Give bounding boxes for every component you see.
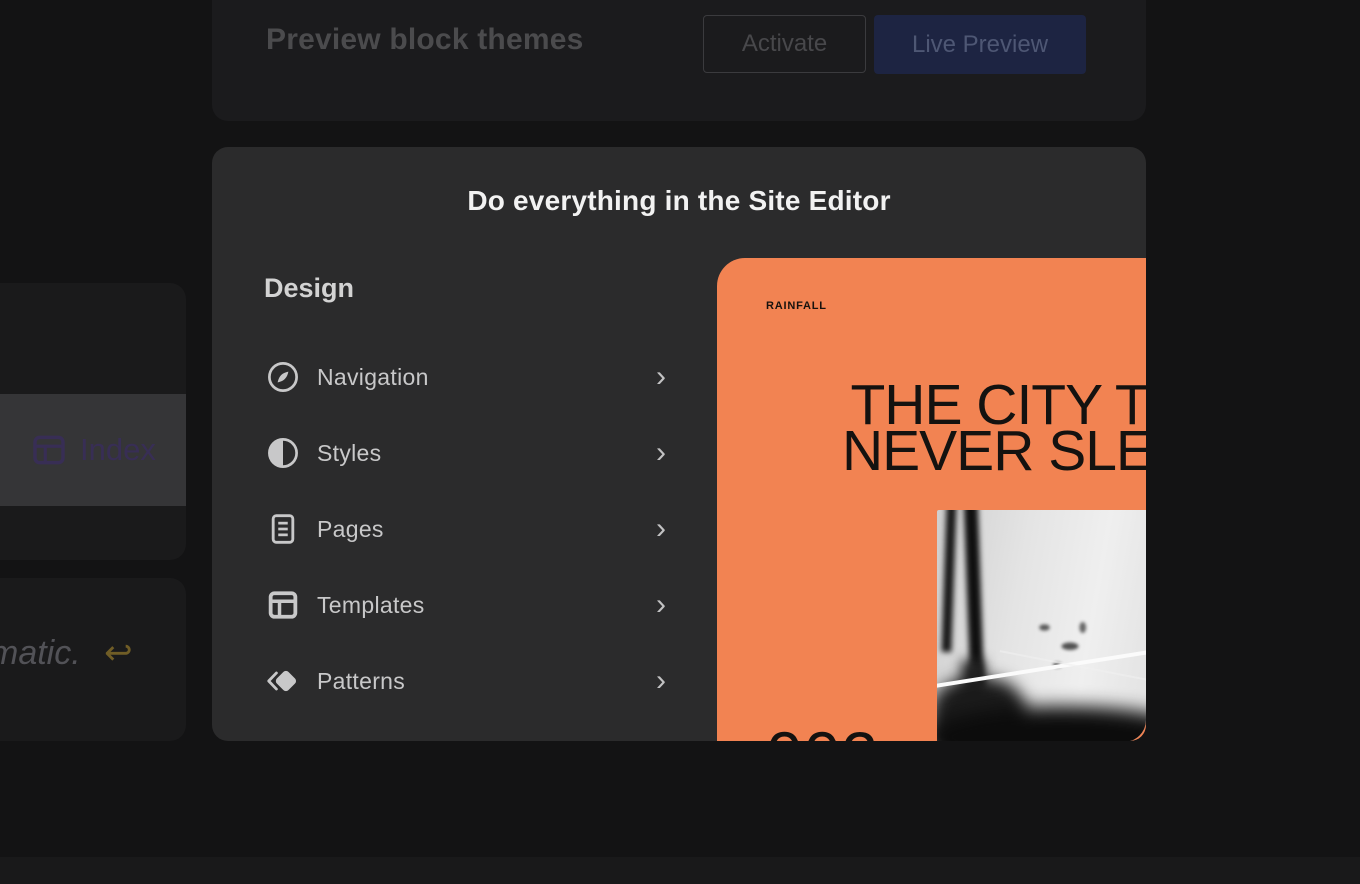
menu-item-label: Styles xyxy=(317,440,381,467)
menu-item-pages[interactable]: Pages › xyxy=(264,509,666,549)
site-logo-rainfall: RAINFALL xyxy=(766,300,827,312)
menu-item-label: Pages xyxy=(317,516,384,543)
template-row-label: Index xyxy=(80,432,156,468)
menu-item-label: Templates xyxy=(317,592,425,619)
templates-list-card: Index xyxy=(0,283,186,560)
live-preview-button[interactable]: Live Preview xyxy=(874,15,1086,74)
diamond-patterns-icon xyxy=(264,662,302,700)
chevron-right-icon: › xyxy=(656,514,666,544)
chevron-right-icon: › xyxy=(656,590,666,620)
wet-street-photo xyxy=(937,510,1146,741)
headline-line-2: NEVER SLEEPS xyxy=(763,428,1146,474)
preview-issue-number: 002 xyxy=(766,717,879,741)
menu-item-templates[interactable]: Templates › xyxy=(264,585,666,625)
menu-item-styles[interactable]: Styles › xyxy=(264,433,666,473)
chevron-right-icon: › xyxy=(656,362,666,392)
menu-item-patterns[interactable]: Patterns › xyxy=(264,661,666,701)
activate-button[interactable]: Activate xyxy=(703,15,866,73)
preview-headline: THE CITY THAT NEVER SLEEPS xyxy=(763,382,1146,474)
layout-templates-icon xyxy=(264,586,302,624)
tagline-fragment: matic. xyxy=(0,634,81,672)
chevron-right-icon: › xyxy=(656,438,666,468)
photo-reflection-streak xyxy=(941,510,956,652)
modal-title: Do everything in the Site Editor xyxy=(212,185,1146,217)
menu-item-label: Patterns xyxy=(317,668,405,695)
template-icon xyxy=(33,435,65,465)
design-menu: Navigation › Styles › Pa xyxy=(264,357,666,737)
background-card-edge xyxy=(0,857,1360,884)
compass-navigation-icon xyxy=(264,358,302,396)
chevron-right-icon: › xyxy=(656,666,666,696)
tagline-text: matic. ↩ xyxy=(0,633,133,673)
theme-preview-rainfall: RAINFALL THE CITY THAT NEVER SLEEPS 002 xyxy=(717,258,1146,741)
design-section-heading: Design xyxy=(264,273,354,304)
menu-item-label: Navigation xyxy=(317,364,429,391)
site-editor-feature-modal: Do everything in the Site Editor Design … xyxy=(212,147,1146,741)
return-arrow-icon: ↩ xyxy=(104,634,133,672)
theme-header-card: Preview block themes Activate Live Previ… xyxy=(212,0,1146,121)
document-pages-icon xyxy=(264,510,302,548)
page-title: Preview block themes xyxy=(266,23,583,57)
tagline-card: matic. ↩ xyxy=(0,578,186,741)
half-circle-styles-icon xyxy=(264,434,302,472)
template-row-index[interactable]: Index xyxy=(0,394,186,506)
menu-item-navigation[interactable]: Navigation › xyxy=(264,357,666,397)
